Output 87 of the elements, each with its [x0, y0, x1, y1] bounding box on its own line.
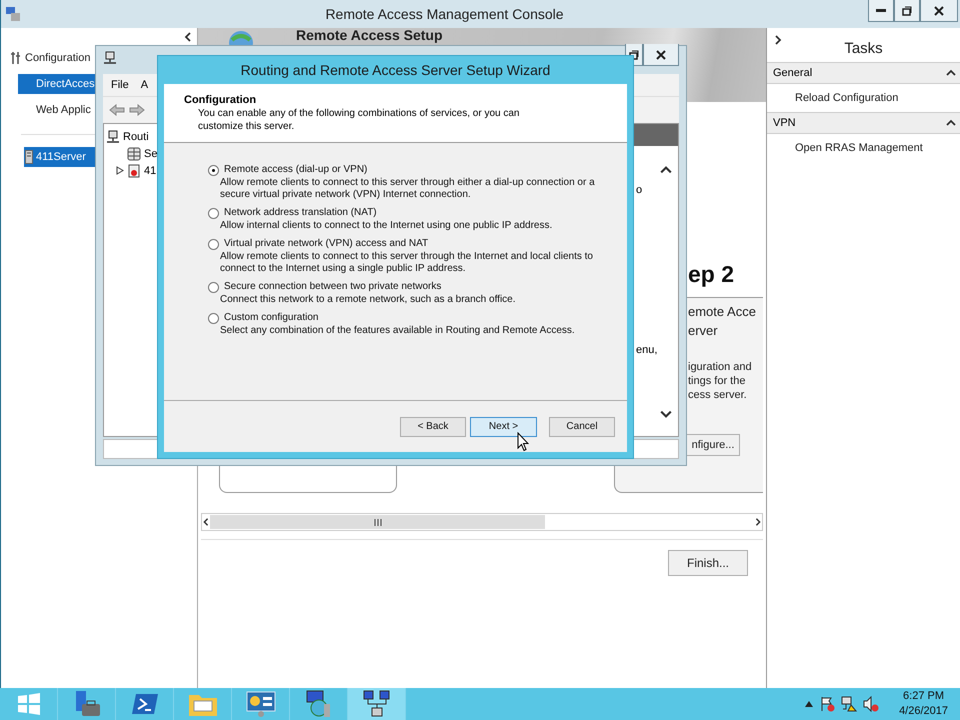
- scroll-left-icon[interactable]: [202, 518, 210, 526]
- dialog-button[interactable]: < Back: [400, 416, 466, 436]
- option-description: Allow remote clients to connect to this server through the Internet and local clients to connect to the Internet using a single public IP address.: [219, 251, 594, 275]
- maximize-icon: [902, 6, 912, 16]
- pane-text: o: [636, 184, 642, 196]
- chevron-icon[interactable]: [946, 118, 956, 128]
- option-label[interactable]: Remote access (dial-up or VPN): [224, 163, 368, 177]
- radio-button[interactable]: [208, 282, 219, 292]
- card-title-line: erver: [688, 322, 719, 340]
- scroll-down-icon[interactable]: [660, 408, 672, 420]
- nav-item[interactable]: 411Server: [24, 147, 96, 167]
- dashboard-icon: [246, 691, 276, 717]
- chevron-icon[interactable]: [946, 68, 956, 78]
- radio-button[interactable]: [208, 312, 219, 324]
- back-arrow-icon[interactable]: [109, 104, 125, 116]
- close-icon: [934, 6, 944, 16]
- tree-item[interactable]: Se: [144, 148, 158, 160]
- card-description-line: iguration and: [688, 360, 753, 374]
- close-icon: [656, 50, 666, 60]
- scroll-up-icon[interactable]: [660, 164, 672, 176]
- scroll-thumb[interactable]: [210, 515, 545, 529]
- option-description: Select any combination of the features available in Routing and Remote Access.: [219, 325, 576, 337]
- nav-item[interactable]: DirectAcces: [18, 74, 96, 94]
- card-title-line: emote Acce: [688, 303, 757, 321]
- group-header[interactable]: General: [767, 62, 960, 83]
- tree-item[interactable]: 41: [144, 164, 156, 176]
- taskbar-app[interactable]: [348, 688, 406, 720]
- radio-button[interactable]: [208, 164, 219, 176]
- card-description-line: cess server.: [688, 388, 748, 402]
- network-icon[interactable]: [841, 696, 858, 712]
- scroll-right-icon[interactable]: [754, 518, 762, 526]
- network-computers-icon: [362, 690, 392, 718]
- group-header[interactable]: VPN: [767, 112, 960, 133]
- flag-icon[interactable]: [819, 696, 836, 712]
- expand-icon[interactable]: [773, 35, 783, 45]
- radio-button[interactable]: [208, 238, 219, 250]
- volume-muted-icon[interactable]: [863, 696, 880, 712]
- option-label[interactable]: Custom configuration: [224, 311, 318, 325]
- header-title: Configuration: [184, 94, 258, 106]
- server-alert-icon: [127, 164, 141, 178]
- server-rack-icon: [127, 146, 141, 160]
- forward-arrow-icon[interactable]: [129, 104, 145, 116]
- server-icon: [25, 150, 33, 164]
- group-title: General: [773, 67, 812, 79]
- radio-button[interactable]: [208, 208, 219, 218]
- window-title: Remote Access Management Console: [324, 6, 565, 22]
- tasks-title: Tasks: [843, 40, 884, 59]
- step-heading: ep 2: [687, 261, 736, 289]
- network-node-icon: [103, 51, 117, 65]
- option-label[interactable]: Virtual private network (VPN) access and NAT: [224, 237, 428, 251]
- show-hidden-icon[interactable]: [805, 701, 814, 707]
- menu-item[interactable]: File: [111, 79, 129, 91]
- task-link[interactable]: Open RRAS Management: [767, 133, 960, 162]
- expand-arrow-icon[interactable]: [116, 166, 124, 175]
- nav-item[interactable]: Web Applic: [18, 100, 96, 120]
- maximize-button[interactable]: [894, 0, 920, 22]
- minimize-button[interactable]: [868, 0, 894, 22]
- option-label[interactable]: Network address translation (NAT): [224, 206, 377, 220]
- group-title: VPN: [773, 117, 796, 129]
- option-description: Allow internal clients to connect to the Internet using one public IP address.: [219, 220, 554, 232]
- header-text: You can enable any of the following combinations of services, or you can customize this server.: [197, 107, 520, 133]
- terminal-prompt-icon: [130, 692, 158, 716]
- network-node-icon: [106, 130, 120, 144]
- horizontal-scrollbar[interactable]: [201, 513, 763, 531]
- pane-text: enu,: [636, 344, 658, 356]
- app-icon: [5, 6, 21, 22]
- clock[interactable]: 6:27 PM 4/26/2017: [899, 689, 948, 719]
- dialog-title: Routing and Remote Access Server Setup Wizard: [240, 61, 552, 80]
- configure-button[interactable]: nfigure...: [686, 434, 740, 456]
- collapse-icon[interactable]: [183, 32, 193, 42]
- windows-logo-icon: [16, 692, 40, 716]
- finish-button[interactable]: Finish...: [668, 550, 748, 576]
- tree-item[interactable]: Routi: [123, 130, 149, 142]
- tools-icon: [10, 51, 22, 65]
- option-description: Connect this network to a remote network, such as a branch office.: [219, 294, 517, 306]
- menu-item[interactable]: A: [140, 79, 148, 91]
- banner-title: Remote Access Setup: [296, 28, 443, 43]
- card-description-line: tings for the: [688, 374, 746, 388]
- dialog-button[interactable]: Cancel: [549, 416, 615, 436]
- minimize-icon: [876, 8, 886, 12]
- close-button[interactable]: [643, 44, 679, 66]
- mouse-pointer-icon: [517, 432, 529, 452]
- nav-item[interactable]: Configuration: [9, 48, 96, 68]
- option-label[interactable]: Secure connection between two private networks: [224, 280, 442, 294]
- option-description: Allow remote clients to connect to this server through either a dial-up connection or a secure virtual private network (VPN) Internet connection.: [219, 177, 596, 201]
- close-button[interactable]: [920, 0, 958, 22]
- dialog-button[interactable]: Next >: [470, 416, 537, 436]
